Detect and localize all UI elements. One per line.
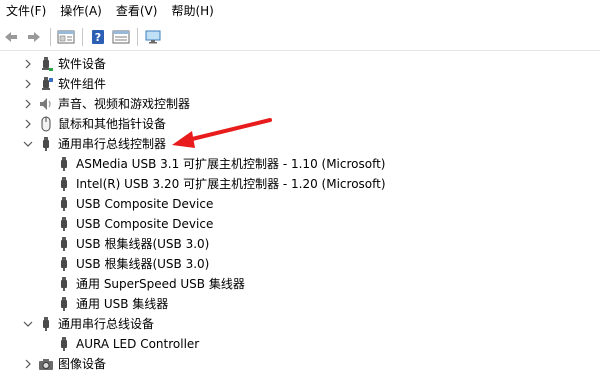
- update-driver-icon: [112, 30, 130, 44]
- tree-item-software-devices[interactable]: 软件设备: [0, 54, 600, 74]
- usb-icon: [56, 336, 72, 352]
- tree-item-usb-child[interactable]: 通用 SuperSpeed USB 集线器: [0, 274, 600, 294]
- back-icon: [5, 32, 17, 42]
- chevron-right-icon[interactable]: [22, 54, 34, 74]
- chevron-right-icon[interactable]: [22, 114, 34, 134]
- tree-item-usb-child[interactable]: USB Composite Device: [0, 194, 600, 214]
- tree-item-imaging-devices[interactable]: 图像设备: [0, 354, 600, 374]
- tree-item-usb-devices[interactable]: 通用串行总线设备: [0, 314, 600, 334]
- usb-icon: [56, 236, 72, 252]
- usb-icon: [56, 156, 72, 172]
- tree-item-sound-video-game[interactable]: 声音、视频和游戏控制器: [0, 94, 600, 114]
- svg-text:?: ?: [95, 31, 101, 44]
- monitor-icon: [145, 30, 161, 44]
- help-button[interactable]: ?: [87, 26, 109, 48]
- software-component-icon: [38, 76, 54, 92]
- tree-item-label: AURA LED Controller: [76, 337, 200, 351]
- properties-button[interactable]: [55, 26, 77, 48]
- usb-icon: [56, 296, 72, 312]
- scan-hardware-button[interactable]: [142, 26, 164, 48]
- tree-item-usb-child[interactable]: USB Composite Device: [0, 214, 600, 234]
- toolbar-separator: [50, 28, 51, 46]
- tree-item-label: 软件组件: [58, 77, 107, 91]
- toolbar-separator: [137, 28, 138, 46]
- back-button[interactable]: [0, 26, 22, 48]
- tree-item-label: USB 根集线器(USB 3.0): [76, 257, 210, 271]
- usb-icon: [56, 276, 72, 292]
- toolbar: ?: [0, 24, 600, 50]
- chevron-down-icon[interactable]: [22, 314, 34, 334]
- camera-icon: [38, 356, 54, 372]
- tree-item-label: USB 根集线器(USB 3.0): [76, 237, 210, 251]
- menu-view[interactable]: 查看(V): [110, 0, 166, 22]
- update-driver-button[interactable]: [110, 26, 132, 48]
- tree-item-label: ASMedia USB 3.1 可扩展主机控制器 - 1.10 (Microso…: [76, 157, 386, 171]
- usb-icon: [56, 196, 72, 212]
- tree-item-label: 通用 USB 集线器: [76, 297, 169, 311]
- menu-file[interactable]: 文件(F): [0, 0, 54, 22]
- chevron-right-icon[interactable]: [22, 94, 34, 114]
- usb-icon: [56, 216, 72, 232]
- tree-item-label: 鼠标和其他指针设备: [58, 117, 167, 131]
- usb-icon: [38, 316, 54, 332]
- forward-icon: [28, 32, 40, 42]
- forward-button[interactable]: [23, 26, 45, 48]
- tree-item-usb-child[interactable]: USB 根集线器(USB 3.0): [0, 234, 600, 254]
- tree-item-usb-child[interactable]: ASMedia USB 3.1 可扩展主机控制器 - 1.10 (Microso…: [0, 154, 600, 174]
- mouse-icon: [38, 116, 54, 132]
- usb-icon: [56, 176, 72, 192]
- toolbar-separator: [82, 28, 83, 46]
- tree-item-label: 通用串行总线设备: [58, 317, 155, 331]
- tree-item-usb-device-child[interactable]: AURA LED Controller: [0, 334, 600, 354]
- tree-item-usb-child[interactable]: 通用 USB 集线器: [0, 294, 600, 314]
- chevron-right-icon[interactable]: [22, 354, 34, 374]
- tree-item-label: 通用串行总线控制器: [58, 137, 167, 151]
- software-device-icon: [38, 56, 54, 72]
- help-icon: ?: [92, 30, 104, 44]
- tree-item-software-components[interactable]: 软件组件: [0, 74, 600, 94]
- tree-item-usb-controllers[interactable]: 通用串行总线控制器: [0, 134, 600, 154]
- tree-item-usb-child[interactable]: USB 根集线器(USB 3.0): [0, 254, 600, 274]
- tree-item-usb-child[interactable]: Intel(R) USB 3.20 可扩展主机控制器 - 1.20 (Micro…: [0, 174, 600, 194]
- tree-item-label: 软件设备: [58, 57, 107, 71]
- tree-item-label: Intel(R) USB 3.20 可扩展主机控制器 - 1.20 (Micro…: [76, 177, 386, 191]
- tree-item-mice-pointing[interactable]: 鼠标和其他指针设备: [0, 114, 600, 134]
- menu-action[interactable]: 操作(A): [54, 0, 110, 22]
- usb-icon: [56, 256, 72, 272]
- tree-item-label: USB Composite Device: [76, 217, 214, 231]
- speaker-icon: [38, 96, 54, 112]
- toolbar-divider: [0, 50, 600, 51]
- tree-item-label: 图像设备: [58, 357, 107, 371]
- device-tree: 软件设备 软件组件 声音、视频和游戏控制器 鼠标和其他指针设备 通用串行总线控制…: [0, 54, 600, 374]
- usb-icon: [38, 136, 54, 152]
- chevron-right-icon[interactable]: [22, 74, 34, 94]
- tree-item-label: 通用 SuperSpeed USB 集线器: [76, 277, 245, 291]
- tree-item-label: 声音、视频和游戏控制器: [58, 97, 191, 111]
- properties-icon: [57, 30, 75, 44]
- tree-item-label: USB Composite Device: [76, 197, 214, 211]
- chevron-down-icon[interactable]: [22, 134, 34, 154]
- menu-help[interactable]: 帮助(H): [165, 0, 221, 22]
- menu-bar: 文件(F) 操作(A) 查看(V) 帮助(H): [0, 0, 600, 22]
